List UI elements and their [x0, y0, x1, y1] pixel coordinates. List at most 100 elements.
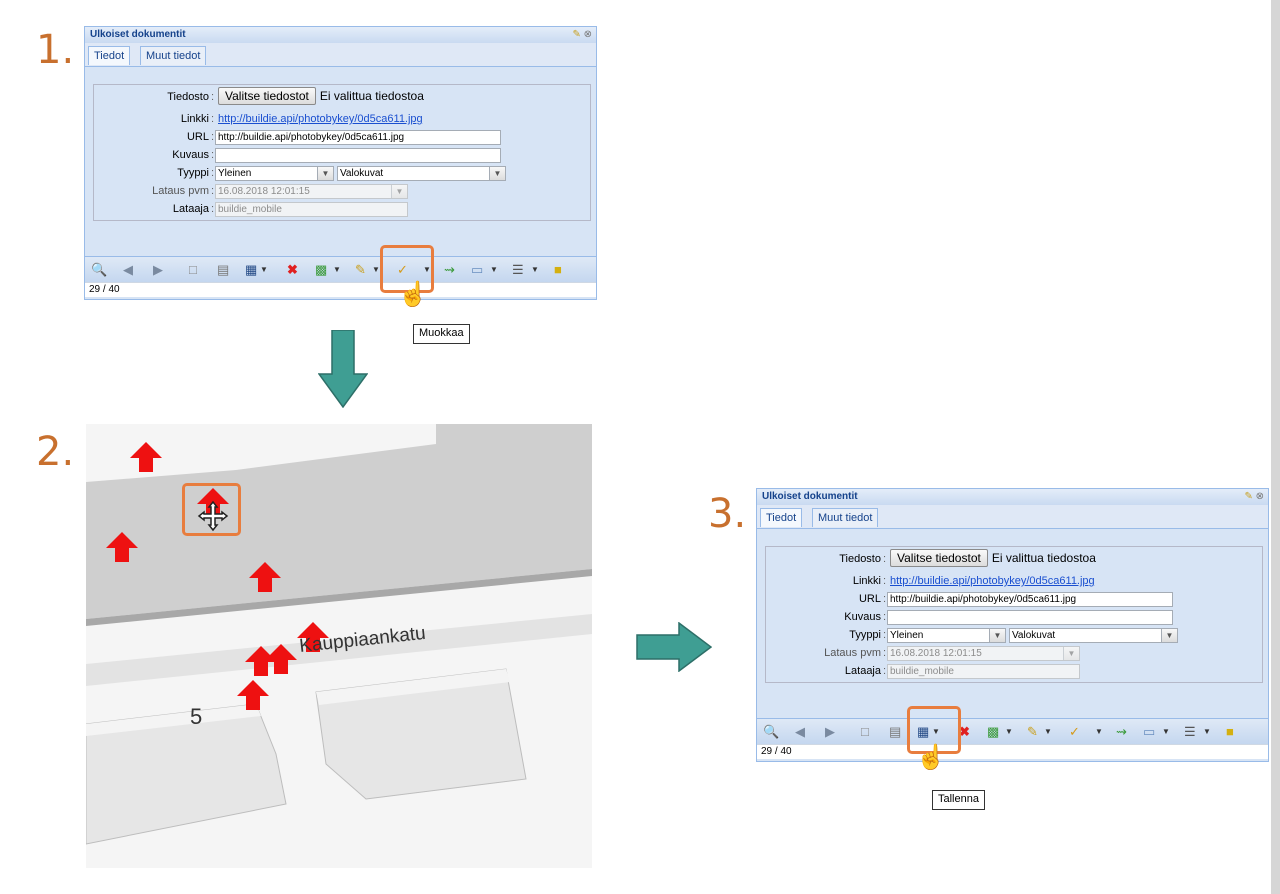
subtype-select-value: Valokuvat — [1012, 630, 1056, 641]
form-icon[interactable]: ▤ — [889, 724, 901, 740]
toolbar: 🔍 ◀ ▶ □ ▤ ▦ ▼ ✖ ▩ ▼ ✎ ▼ ✓ ▼ ⇝ ▭ ▼ ☰ ▼ ■ — [85, 256, 596, 283]
type-select[interactable]: Yleinen ▼ — [215, 166, 334, 181]
search-icon[interactable]: 🔍 — [91, 262, 107, 278]
chevron-down-icon[interactable]: ▼ — [989, 629, 1005, 642]
form-icon[interactable]: ▤ — [217, 262, 229, 278]
note-icon[interactable]: ■ — [1226, 724, 1234, 740]
dropdown-arrow[interactable]: ▼ — [1203, 724, 1211, 740]
document-link[interactable]: http://buildie.api/photobykey/0d5ca611.j… — [890, 575, 1095, 587]
prev-icon[interactable]: ◀ — [795, 724, 805, 740]
date-field: 16.08.2018 12:01:15 ▼ — [215, 184, 408, 199]
type-label: Tyyppi — [849, 629, 881, 641]
pin-icon[interactable]: ✎ — [1244, 491, 1252, 502]
row-url: URL: http://buildie.api/photobykey/0d5ca… — [766, 591, 1262, 608]
file-value: Valitse tiedostot Ei valittua tiedostoa — [218, 87, 424, 105]
page-scrollbar[interactable] — [1271, 0, 1280, 894]
date-value: 16.08.2018 12:01:15 — [890, 648, 982, 659]
link-icon[interactable]: ⇝ — [444, 262, 455, 278]
dropdown-arrow[interactable]: ▼ — [1044, 724, 1052, 740]
pin-icon[interactable]: ✎ — [572, 29, 580, 40]
colon: : — [211, 203, 215, 215]
list-icon[interactable]: ☰ — [1184, 724, 1196, 740]
documents-window-3: Ulkoiset dokumentit ✎ ⊗ Tiedot Muut tied… — [756, 488, 1269, 762]
dropdown-arrow[interactable]: ▼ — [490, 262, 498, 278]
dropdown-arrow[interactable]: ▼ — [333, 262, 341, 278]
tab-muut-tiedot[interactable]: Muut tiedot — [812, 508, 879, 527]
chevron-down-icon[interactable]: ▼ — [317, 167, 333, 180]
window-title: Ulkoiset dokumentit — [85, 27, 596, 43]
type-select-value: Yleinen — [218, 168, 252, 179]
new-doc-icon[interactable]: □ — [189, 262, 197, 278]
url-input[interactable]: http://buildie.api/photobykey/0d5ca611.j… — [215, 130, 501, 145]
row-link: Linkki: http://buildie.api/photobykey/0d… — [94, 111, 590, 128]
export-icon[interactable]: ▭ — [1143, 724, 1155, 740]
dropdown-arrow[interactable]: ▼ — [372, 262, 380, 278]
subtype-select[interactable]: Valokuvat ▼ — [1009, 628, 1178, 643]
dropdown-arrow[interactable]: ▼ — [260, 262, 268, 278]
link-icon[interactable]: ⇝ — [1116, 724, 1127, 740]
colon: : — [883, 611, 887, 623]
tab-tiedot[interactable]: Tiedot — [760, 508, 803, 527]
chevron-down-icon[interactable]: ▼ — [489, 167, 505, 180]
description-input[interactable] — [215, 148, 501, 163]
link-label: Linkki — [852, 575, 881, 587]
file-value: Valitse tiedostot Ei valittua tiedostoa — [890, 549, 1096, 567]
select-icon[interactable]: ▩ — [987, 724, 999, 740]
delete-icon[interactable]: ✖ — [287, 262, 298, 278]
next-icon[interactable]: ▶ — [153, 262, 163, 278]
document-link[interactable]: http://buildie.api/photobykey/0d5ca611.j… — [218, 113, 423, 125]
dropdown-arrow[interactable]: ▼ — [1162, 724, 1170, 740]
record-counter: 29 / 40 — [757, 744, 1268, 759]
close-icon[interactable]: ⊗ — [584, 29, 592, 40]
description-input[interactable] — [887, 610, 1173, 625]
new-doc-icon[interactable]: □ — [861, 724, 869, 740]
pointer-hand-icon: ☝ — [916, 744, 946, 771]
dropdown-arrow[interactable]: ▼ — [1095, 724, 1103, 740]
tab-bar: Tiedot Muut tiedot — [85, 43, 596, 67]
photo-marker[interactable] — [130, 442, 162, 472]
type-select[interactable]: Yleinen ▼ — [887, 628, 1006, 643]
colon: : — [211, 131, 215, 143]
close-icon[interactable]: ⊗ — [1256, 491, 1264, 502]
date-value: 16.08.2018 12:01:15 — [218, 186, 310, 197]
row-uploader: Lataaja: buildie_mobile — [94, 201, 590, 218]
chevron-down-icon[interactable]: ▼ — [1161, 629, 1177, 642]
tab-tiedot[interactable]: Tiedot — [88, 46, 131, 65]
choose-files-button[interactable]: Valitse tiedostot — [890, 549, 988, 567]
tool-icon[interactable]: ✎ — [355, 262, 366, 278]
export-icon[interactable]: ▭ — [471, 262, 483, 278]
tool-icon[interactable]: ✎ — [1027, 724, 1038, 740]
date-label: Lataus pvm — [152, 185, 209, 197]
choose-files-button[interactable]: Valitse tiedostot — [218, 87, 316, 105]
next-icon[interactable]: ▶ — [825, 724, 835, 740]
map-view[interactable]: Kauppiaankatu 5 — [86, 424, 592, 868]
map-canvas[interactable]: Kauppiaankatu 5 — [86, 424, 592, 868]
colon: : — [211, 113, 215, 125]
url-input[interactable]: http://buildie.api/photobykey/0d5ca611.j… — [887, 592, 1173, 607]
colon: : — [211, 167, 215, 179]
prev-icon[interactable]: ◀ — [123, 262, 133, 278]
marker-highlight — [182, 483, 241, 536]
toolbar: 🔍 ◀ ▶ □ ▤ ▦ ▼ ✖ ▩ ▼ ✎ ▼ ✓ ▼ ⇝ ▭ ▼ ☰ ▼ ■ — [757, 718, 1268, 745]
edit-icon[interactable]: ✓ — [1069, 724, 1080, 740]
dropdown-arrow[interactable]: ▼ — [531, 262, 539, 278]
colon: : — [883, 553, 887, 565]
search-icon[interactable]: 🔍 — [763, 724, 779, 740]
block-number-label: 5 — [190, 704, 202, 729]
calendar-trigger-icon: ▼ — [1063, 647, 1079, 660]
save-icon[interactable]: ▦ — [245, 262, 257, 278]
note-icon[interactable]: ■ — [554, 262, 562, 278]
link-label: Linkki — [180, 113, 209, 125]
tab-muut-tiedot[interactable]: Muut tiedot — [140, 46, 207, 65]
dropdown-arrow[interactable]: ▼ — [1005, 724, 1013, 740]
step-2-number: 2. — [36, 429, 75, 475]
colon: : — [883, 593, 887, 605]
subtype-select[interactable]: Valokuvat ▼ — [337, 166, 506, 181]
select-icon[interactable]: ▩ — [315, 262, 327, 278]
link-value-wrap: http://buildie.api/photobykey/0d5ca611.j… — [890, 575, 1095, 587]
tab-bar: Tiedot Muut tiedot — [757, 505, 1268, 529]
uploader-field: buildie_mobile — [215, 202, 408, 217]
uploader-label: Lataaja — [844, 665, 881, 677]
list-icon[interactable]: ☰ — [512, 262, 524, 278]
description-label: Kuvaus — [172, 149, 209, 161]
